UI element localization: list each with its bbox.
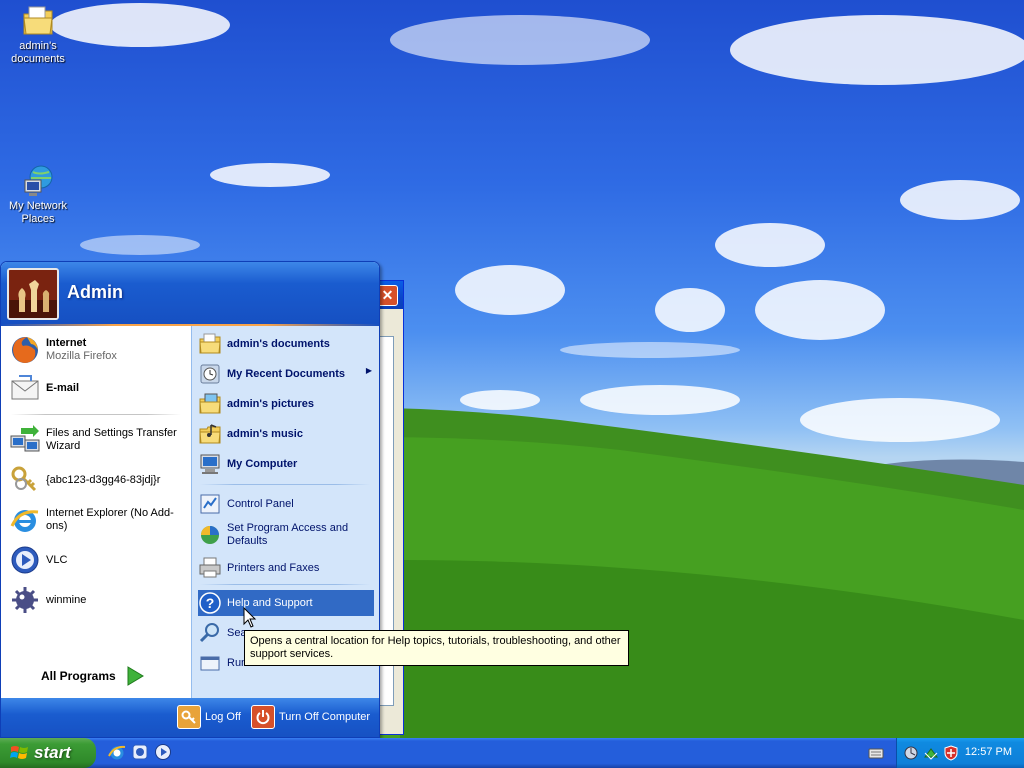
my-computer-icon	[200, 454, 220, 474]
place-item-my-computer[interactable]: My Computer	[198, 452, 297, 476]
recent-item-label: Files and Settings Transfer Wizard	[46, 427, 177, 452]
recent-item-transfer-wizard[interactable]: Files and Settings Transfer Wizard	[9, 424, 186, 456]
search-icon	[199, 623, 219, 643]
vlc-icon	[11, 546, 39, 574]
network-icon[interactable]	[923, 745, 939, 761]
pinned-item-title: E-mail	[46, 381, 80, 394]
place-item-recent-documents[interactable]: My Recent Documents ▶	[198, 362, 374, 386]
vlc-quicklaunch-icon[interactable]	[154, 743, 172, 761]
recent-item-vlc[interactable]: VLC	[9, 544, 67, 576]
place-item-label: admin's music	[227, 427, 303, 440]
network-places-icon	[24, 165, 53, 196]
folder-documents-icon	[199, 333, 221, 354]
system-tray: 12:57 PM	[896, 738, 1024, 768]
start-menu: Admin Internet Mozilla Firefox E-mail Fi…	[0, 261, 380, 738]
winmine-icon	[12, 587, 38, 613]
svg-text:?: ?	[206, 595, 215, 611]
internet-explorer-quicklaunch-icon[interactable]	[108, 743, 126, 761]
avatar[interactable]	[7, 268, 59, 320]
help-item-search[interactable]: Sea	[198, 621, 247, 645]
help-item-run[interactable]: Run	[198, 651, 247, 675]
windows-media-quicklaunch-icon[interactable]	[131, 743, 149, 761]
arrow-right-icon	[127, 666, 144, 686]
firefox-icon	[12, 337, 38, 363]
recent-item-label: winmine	[46, 593, 87, 606]
place-item-label: My Recent Documents	[227, 367, 345, 380]
recent-item-label: Internet Explorer (No Add-ons)	[46, 507, 174, 532]
email-icon	[11, 375, 39, 400]
help-icon: ?	[199, 592, 221, 614]
recent-item-internet-explorer[interactable]: Internet Explorer (No Add-ons)	[9, 504, 186, 536]
place-item-admins-documents[interactable]: admin's documents	[198, 332, 330, 356]
recent-item-abc123[interactable]: {abc123-d3gg46-83jdj}r	[9, 464, 160, 496]
submenu-arrow-icon: ▶	[365, 366, 372, 375]
start-menu-header: Admin	[1, 262, 379, 324]
log-off-label: Log Off	[205, 711, 241, 723]
recent-item-label: VLC	[46, 553, 68, 566]
pinned-item-subtitle: Mozilla Firefox	[46, 350, 117, 362]
printer-icon	[199, 557, 221, 578]
settings-item-label: Printers and Faxes	[227, 561, 320, 574]
settings-item-label: Set Program Access and Defaults	[227, 522, 349, 547]
start-menu-left-pane: Internet Mozilla Firefox E-mail Files an…	[3, 326, 191, 721]
run-icon	[200, 656, 220, 671]
recent-item-label: {abc123-d3gg46-83jdj}r	[46, 473, 161, 486]
log-off-button[interactable]: Log Off	[177, 705, 241, 729]
recent-documents-icon	[200, 364, 220, 384]
security-shield-icon[interactable]	[943, 745, 959, 761]
help-item-label: Help and Support	[227, 596, 313, 609]
control-panel-icon	[200, 494, 220, 514]
folder-documents-icon	[23, 6, 53, 35]
folder-pictures-icon	[199, 393, 221, 414]
tooltip: Opens a central location for Help topics…	[244, 630, 629, 666]
place-item-label: admin's documents	[227, 337, 330, 350]
folder-music-icon	[199, 424, 221, 444]
settings-item-program-defaults[interactable]: Set Program Access and Defaults	[198, 522, 377, 548]
settings-item-label: Control Panel	[227, 497, 294, 510]
username-label: Admin	[67, 282, 123, 302]
keys-icon	[11, 466, 37, 492]
key-icon	[177, 705, 201, 729]
separator	[200, 484, 370, 485]
desktop-icon-network-places[interactable]: My Network Places	[0, 164, 76, 226]
volume-icon[interactable]	[903, 745, 919, 761]
recent-item-winmine[interactable]: winmine	[9, 584, 86, 616]
pinned-item-title: Internet	[46, 337, 87, 349]
keyboard-icon[interactable]	[868, 746, 884, 760]
chess-avatar-icon	[9, 270, 57, 318]
turn-off-label: Turn Off Computer	[279, 711, 371, 723]
mouse-cursor-icon	[243, 607, 257, 628]
separator	[11, 414, 181, 415]
close-button[interactable]: ✕	[377, 285, 398, 306]
place-item-admins-pictures[interactable]: admin's pictures	[198, 392, 314, 416]
desktop-icon-admins-documents[interactable]: admin's documents	[0, 4, 76, 66]
internet-explorer-icon	[10, 510, 39, 532]
place-item-label: My Computer	[227, 457, 298, 470]
all-programs-label: All Programs	[41, 669, 116, 683]
place-item-label: admin's pictures	[227, 397, 314, 410]
clock[interactable]: 12:57 PM	[965, 746, 1012, 758]
settings-item-control-panel[interactable]: Control Panel	[198, 492, 294, 516]
settings-item-printers[interactable]: Printers and Faxes	[198, 556, 319, 580]
desktop-icon-label: admin's documents	[11, 40, 65, 65]
program-defaults-icon	[201, 526, 219, 544]
power-icon	[251, 705, 275, 729]
start-label: start	[34, 743, 71, 762]
desktop-icon-label: My Network Places	[8, 200, 68, 225]
separator	[200, 584, 370, 585]
pinned-item-internet[interactable]: Internet Mozilla Firefox	[9, 334, 117, 366]
start-button[interactable]: start	[0, 738, 96, 768]
windows-logo-icon	[10, 746, 28, 759]
all-programs-button[interactable]: All Programs	[41, 666, 144, 686]
pinned-item-email[interactable]: E-mail	[9, 372, 79, 404]
place-item-admins-music[interactable]: admin's music	[198, 422, 303, 446]
turn-off-computer-button[interactable]: Turn Off Computer	[251, 705, 370, 729]
transfer-wizard-icon	[10, 425, 40, 452]
